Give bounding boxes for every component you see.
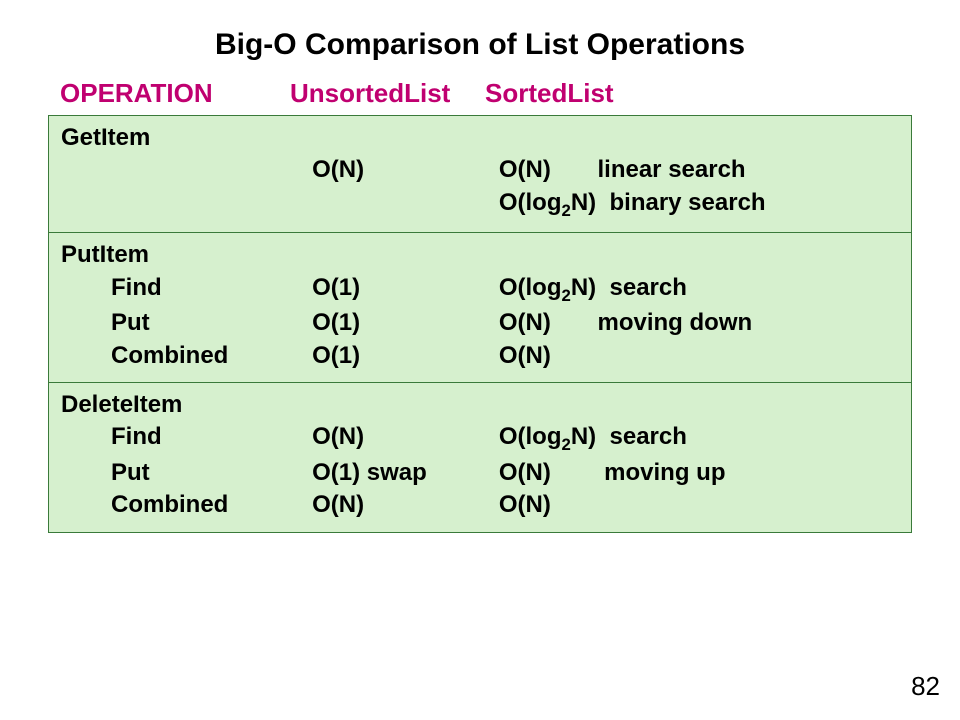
table-row: Find O(1) O(log2N) search: [59, 272, 901, 307]
cell: O(1): [312, 272, 499, 307]
cell: Find: [59, 272, 312, 307]
cell: O(log2N) search: [499, 272, 901, 307]
cell: O(log2N) search: [499, 421, 901, 456]
comparison-box: GetItem O(N) O(N) linear search O(log2N)…: [48, 115, 912, 533]
getitem-label: GetItem: [59, 122, 271, 154]
cell: [59, 187, 312, 222]
header-unsorted: UnsortedList: [290, 78, 485, 109]
table-row: Combined O(1) O(N): [59, 340, 901, 372]
cell: O(N) linear search: [499, 154, 901, 186]
cell: O(N): [312, 421, 499, 456]
cell: Combined: [59, 489, 312, 521]
cell: O(1): [312, 307, 499, 339]
cell: [312, 187, 499, 222]
cell: O(1): [312, 340, 499, 372]
putitem-label: PutItem: [59, 239, 271, 271]
page-number: 82: [911, 671, 940, 702]
cell: O(log2N) binary search: [499, 187, 901, 222]
cell: O(1) swap: [312, 457, 499, 489]
cell: Put: [59, 457, 312, 489]
cell: O(N): [499, 340, 901, 372]
section-deleteitem: DeleteItem Find O(N) O(log2N) search Put…: [49, 382, 911, 532]
table-row: Find O(N) O(log2N) search: [59, 421, 901, 456]
table-row: O(N) O(N) linear search: [59, 154, 901, 186]
cell: O(N) moving down: [499, 307, 901, 339]
deleteitem-label: DeleteItem: [59, 389, 271, 421]
cell: Find: [59, 421, 312, 456]
cell: Put: [59, 307, 312, 339]
table-header: OPERATION UnsortedList SortedList: [0, 74, 960, 115]
cell: O(N): [499, 489, 901, 521]
header-sorted: SortedList: [485, 78, 825, 109]
cell: O(N) moving up: [499, 457, 901, 489]
cell: O(N): [312, 154, 499, 186]
table-row: O(log2N) binary search: [59, 187, 901, 222]
header-operation: OPERATION: [0, 78, 290, 109]
table-row: Put O(1) swap O(N) moving up: [59, 457, 901, 489]
table-row: Put O(1) O(N) moving down: [59, 307, 901, 339]
cell: O(N): [312, 489, 499, 521]
slide: Big-O Comparison of List Operations OPER…: [0, 0, 960, 720]
section-getitem: GetItem O(N) O(N) linear search O(log2N)…: [49, 116, 911, 232]
section-putitem: PutItem Find O(1) O(log2N) search Put O(…: [49, 232, 911, 382]
cell: [59, 154, 312, 186]
cell: Combined: [59, 340, 312, 372]
table-row: Combined O(N) O(N): [59, 489, 901, 521]
page-title: Big-O Comparison of List Operations: [0, 0, 960, 74]
